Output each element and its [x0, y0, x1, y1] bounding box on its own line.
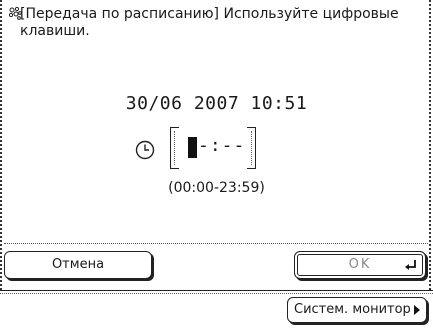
dialog-header: [Передача по расписанию] Используйте циф… — [8, 6, 418, 40]
send-time-value: -:-- — [198, 135, 246, 156]
ok-button[interactable]: OK — [294, 251, 426, 279]
cancel-button[interactable]: Отмена — [4, 251, 152, 279]
schedule-dialog: [Передача по расписанию] Используйте циф… — [0, 0, 433, 328]
current-datetime: 30/06 2007 10:51 — [125, 93, 308, 114]
system-monitor-button[interactable]: Систем. монитор — [287, 297, 427, 323]
send-time-input[interactable]: -:-- — [170, 125, 256, 171]
arrow-right-icon — [414, 305, 420, 315]
dialog-frame-left — [0, 0, 4, 290]
enter-icon — [405, 260, 416, 270]
system-monitor-label: Систем. монитор — [294, 302, 411, 317]
dialog-frame-right — [429, 0, 433, 290]
button-separator — [4, 243, 428, 244]
cancel-button-label: Отмена — [51, 257, 105, 272]
dialog-instruction: [Передача по расписанию] Используйте циф… — [20, 6, 399, 39]
keypad-icon — [8, 6, 22, 20]
bracket-left — [170, 127, 179, 169]
ok-button-label: OK — [348, 257, 372, 272]
clock-icon — [135, 140, 155, 160]
input-cursor — [188, 137, 197, 158]
time-range-hint: (00:00-23:59) — [168, 180, 265, 196]
status-bar-divider — [0, 293, 433, 294]
bracket-right — [247, 127, 256, 169]
